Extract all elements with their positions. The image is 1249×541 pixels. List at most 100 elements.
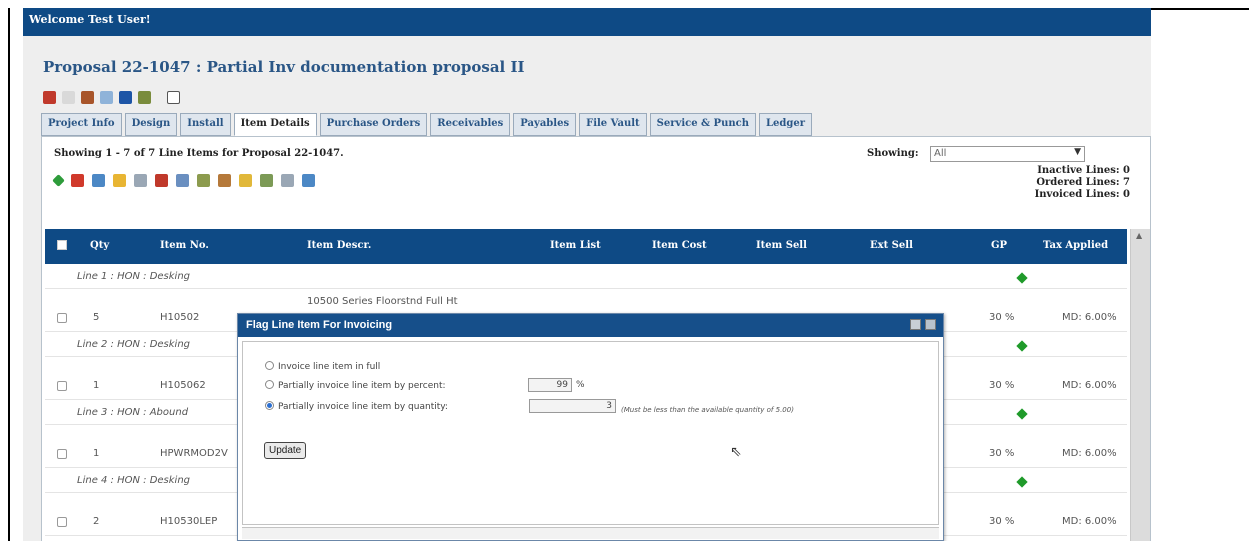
users-icon[interactable] <box>218 174 231 187</box>
option-quantity-label: Partially invoice line item by quantity: <box>278 402 448 412</box>
col-qty[interactable]: Qty <box>90 240 109 251</box>
dialog-title-bar[interactable]: Flag Line Item For Invoicing <box>238 314 943 337</box>
frame-border-left <box>8 8 10 541</box>
proposal-toolbar <box>43 90 180 104</box>
tab-project-info[interactable]: Project Info <box>41 113 122 136</box>
dialog-title: Flag Line Item For Invoicing <box>246 319 393 331</box>
line-counts: Inactive Lines: 0 Ordered Lines: 7 Invoi… <box>1035 165 1130 201</box>
col-ext-sell[interactable]: Ext Sell <box>870 240 913 251</box>
chart-icon[interactable] <box>81 90 94 104</box>
chevron-down-icon: ▼ <box>1074 147 1081 157</box>
gp-indicator-icon <box>1016 272 1028 284</box>
showing-filter-select[interactable]: All ▼ <box>930 146 1085 162</box>
col-gp[interactable]: GP <box>991 240 1007 251</box>
inactive-lines-count: Inactive Lines: 0 <box>1037 165 1130 176</box>
update-button[interactable]: Update <box>264 442 307 459</box>
add-icon[interactable] <box>52 174 65 187</box>
option-invoice-percent[interactable]: Partially invoice line item by percent: <box>265 380 446 391</box>
import-icon[interactable] <box>92 174 105 187</box>
tab-design[interactable]: Design <box>124 113 178 136</box>
invoiced-lines-count: Invoiced Lines: 0 <box>1034 189 1130 200</box>
option-percent-label: Partially invoice line item by percent: <box>278 381 446 391</box>
tab-payables[interactable]: Payables <box>513 113 577 136</box>
transfer-icon[interactable] <box>302 174 315 187</box>
remove-icon[interactable] <box>155 174 168 187</box>
option-full-label: Invoice line item in full <box>278 362 381 372</box>
quantity-note: (Must be less than the available quantit… <box>621 406 794 414</box>
select-all-checkbox[interactable] <box>57 240 67 250</box>
radio-percent[interactable] <box>265 380 274 389</box>
tab-file-vault[interactable]: File Vault <box>579 113 647 136</box>
cell-item-no[interactable]: H10502 <box>160 312 199 323</box>
scroll-up-icon[interactable]: ▲ <box>1136 231 1142 240</box>
col-item-descr[interactable]: Item Descr. <box>307 240 371 251</box>
cell-qty: 1 <box>93 380 100 391</box>
note-icon[interactable] <box>260 174 273 187</box>
delete-icon[interactable] <box>43 90 56 104</box>
pdf-icon[interactable] <box>71 174 84 187</box>
radio-full[interactable] <box>265 361 274 370</box>
row-checkbox[interactable] <box>57 517 67 527</box>
col-item-list[interactable]: Item List <box>550 240 601 251</box>
tab-ledger[interactable]: Ledger <box>758 113 812 136</box>
cell-item-no[interactable]: HPWRMOD2V <box>160 448 228 459</box>
flag-icon[interactable] <box>119 90 132 104</box>
showing-filter-value: All <box>934 148 947 159</box>
document-icon[interactable] <box>100 90 113 104</box>
ordered-lines-count: Ordered Lines: 7 <box>1036 177 1130 188</box>
minimize-icon[interactable] <box>910 319 921 330</box>
tab-install[interactable]: Install <box>180 113 231 136</box>
tag-icon[interactable] <box>197 174 210 187</box>
cell-qty: 2 <box>93 516 100 527</box>
row-checkbox[interactable] <box>57 313 67 323</box>
percent-unit: % <box>576 380 585 390</box>
cell-tax: MD: 6.00% <box>1062 312 1117 323</box>
cell-gp: 30 % <box>989 448 1015 459</box>
row-checkbox[interactable] <box>57 381 67 391</box>
col-item-cost[interactable]: Item Cost <box>652 240 707 251</box>
export-icon[interactable] <box>176 174 189 187</box>
tab-purchase-orders[interactable]: Purchase Orders <box>319 113 428 136</box>
folder-icon[interactable] <box>113 174 126 187</box>
cell-qty: 5 <box>93 312 100 323</box>
option-invoice-full[interactable]: Invoice line item in full <box>265 361 380 372</box>
page-title: Proposal 22-1047 : Partial Inv documenta… <box>43 58 525 76</box>
tab-service-punch[interactable]: Service & Punch <box>649 113 756 136</box>
col-item-sell[interactable]: Item Sell <box>756 240 807 251</box>
col-tax-applied[interactable]: Tax Applied <box>1043 240 1108 251</box>
quantity-input[interactable]: 3 <box>529 399 616 413</box>
close-icon[interactable] <box>925 319 936 330</box>
flag-invoicing-dialog: Flag Line Item For Invoicing Invoice lin… <box>237 313 944 541</box>
welcome-banner: Welcome Test User! <box>23 8 1151 36</box>
line-group-label: Line 1 : HON : Desking <box>77 271 191 282</box>
cell-item-no[interactable]: H105062 <box>160 380 206 391</box>
cell-gp: 30 % <box>989 516 1015 527</box>
percent-input[interactable]: 99 <box>528 378 572 392</box>
tab-item-details[interactable]: Item Details <box>233 113 317 136</box>
cell-tax: MD: 6.00% <box>1062 448 1117 459</box>
cell-tax: MD: 6.00% <box>1062 516 1117 527</box>
star-icon[interactable] <box>239 174 252 187</box>
list-icon[interactable] <box>134 174 147 187</box>
grid-scrollbar[interactable]: ▲ <box>1130 229 1150 541</box>
option-invoice-quantity[interactable]: Partially invoice line item by quantity: <box>265 401 448 412</box>
showing-filter-label: Showing: <box>867 148 919 159</box>
archive-icon[interactable] <box>138 90 151 104</box>
copy-icon[interactable] <box>62 90 75 104</box>
showing-count-text: Showing 1 - 7 of 7 Line Items for Propos… <box>54 148 344 159</box>
cell-item-descr: 10500 Series Floorstnd Full Ht <box>307 296 458 307</box>
calculator-icon[interactable] <box>281 174 294 187</box>
radio-quantity[interactable] <box>265 401 274 410</box>
gp-indicator-icon <box>1016 476 1028 488</box>
frame-border-top <box>1151 8 1249 10</box>
cell-item-no[interactable]: H10530LEP <box>160 516 217 527</box>
row-checkbox[interactable] <box>57 449 67 459</box>
print-icon[interactable] <box>167 90 180 104</box>
gp-indicator-icon <box>1016 340 1028 352</box>
gp-indicator-icon <box>1016 408 1028 420</box>
tab-receivables[interactable]: Receivables <box>430 113 511 136</box>
line-item-toolbar <box>52 174 315 187</box>
grid-header: Qty Item No. Item Descr. Item List Item … <box>45 229 1127 264</box>
line-group-label: Line 2 : HON : Desking <box>77 339 191 350</box>
col-item-no[interactable]: Item No. <box>160 240 209 251</box>
